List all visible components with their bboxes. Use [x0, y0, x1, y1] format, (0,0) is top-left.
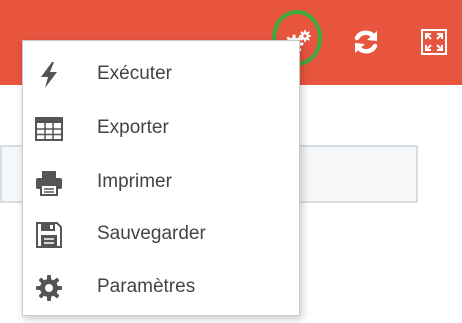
- table-grid-icon: [35, 115, 63, 143]
- menu-item-imprimer[interactable]: Imprimer: [23, 155, 299, 209]
- menu-item-label: Paramètres: [97, 276, 196, 297]
- menu-item-label: Exécuter: [97, 63, 172, 84]
- menu-item-label: Sauvegarder: [97, 223, 206, 244]
- menu-item-executer[interactable]: Exécuter: [23, 47, 299, 101]
- refresh-icon[interactable]: [350, 26, 382, 58]
- fullscreen-icon[interactable]: [418, 26, 450, 58]
- floppy-disk-icon: [35, 221, 63, 249]
- screenshot-stage: Exécuter Exporter Imprimer Sauvegarder P…: [0, 0, 462, 323]
- dropdown-menu: Exécuter Exporter Imprimer Sauvegarder P…: [22, 40, 300, 316]
- printer-icon: [35, 169, 63, 197]
- gear-icon: [35, 274, 63, 302]
- menu-item-label: Imprimer: [97, 171, 172, 192]
- lightning-icon: [35, 61, 63, 89]
- menu-item-label: Exporter: [97, 117, 169, 138]
- menu-item-exporter[interactable]: Exporter: [23, 101, 299, 155]
- menu-item-sauvegarder[interactable]: Sauvegarder: [23, 207, 299, 261]
- menu-item-parametres[interactable]: Paramètres: [23, 260, 299, 314]
